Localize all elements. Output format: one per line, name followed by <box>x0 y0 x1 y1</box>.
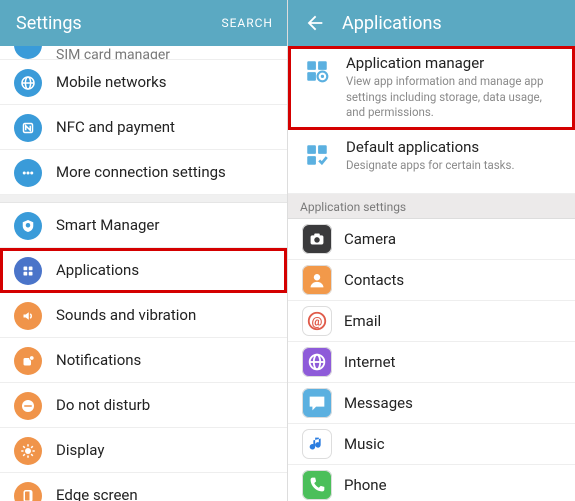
settings-row-sounds-and-vibration[interactable]: Sounds and vibration <box>0 293 287 338</box>
contacts-app-icon <box>302 265 332 295</box>
app-row-label: Internet <box>344 353 395 371</box>
app-row-camera[interactable]: Camera <box>288 219 575 260</box>
card-application-manager[interactable]: Application manager View app information … <box>288 46 575 130</box>
settings-row-notifications[interactable]: Notifications <box>0 338 287 383</box>
settings-pane: Settings SEARCH SIM card manager Mobile … <box>0 0 288 501</box>
display-icon <box>14 437 42 465</box>
settings-row-label: Sounds and vibration <box>56 306 196 324</box>
app-row-contacts[interactable]: Contacts <box>288 260 575 301</box>
settings-header: Settings SEARCH <box>0 0 287 46</box>
dots-icon <box>14 159 42 187</box>
applications-list[interactable]: Application manager View app information … <box>288 46 575 501</box>
shield-icon <box>14 212 42 240</box>
sound-icon <box>14 302 42 330</box>
settings-row-label: Smart Manager <box>56 216 159 234</box>
settings-row-display[interactable]: Display <box>0 428 287 473</box>
card-sub: View app information and manage app sett… <box>346 74 561 121</box>
app-row-internet[interactable]: Internet <box>288 342 575 383</box>
settings-row-edge-screen[interactable]: Edge screen <box>0 473 287 501</box>
card-default-applications[interactable]: Default applications Designate apps for c… <box>288 130 575 194</box>
applications-header: Applications <box>288 0 575 46</box>
dnd-icon <box>14 392 42 420</box>
applications-pane: Applications Application manager View app… <box>288 0 575 501</box>
settings-row-label: Do not disturb <box>56 396 150 414</box>
back-button[interactable] <box>304 12 326 34</box>
messages-app-icon <box>302 388 332 418</box>
settings-row-label: Edge screen <box>56 486 138 501</box>
settings-row-more-connection-settings[interactable]: More connection settings <box>0 150 287 195</box>
badge-icon <box>14 347 42 375</box>
settings-row-sim[interactable]: SIM card manager <box>0 46 287 60</box>
nfc-icon <box>14 114 42 142</box>
sim-icon <box>14 46 42 59</box>
settings-row-label: SIM card manager <box>56 47 170 60</box>
edge-icon <box>14 482 42 501</box>
app-row-label: Camera <box>344 230 396 248</box>
card-label: Application manager <box>346 54 561 72</box>
settings-row-nfc-and-payment[interactable]: NFC and payment <box>0 105 287 150</box>
app-row-phone[interactable]: Phone <box>288 465 575 501</box>
settings-row-label: Applications <box>56 261 139 279</box>
card-label: Default applications <box>346 138 514 156</box>
applications-title: Applications <box>342 13 442 34</box>
settings-row-do-not-disturb[interactable]: Do not disturb <box>0 383 287 428</box>
app-row-music[interactable]: Music <box>288 424 575 465</box>
music-app-icon <box>302 429 332 459</box>
globe-icon <box>14 69 42 97</box>
apps-icon <box>14 257 42 285</box>
app-row-email[interactable]: @ Email <box>288 301 575 342</box>
app-row-label: Music <box>344 435 385 453</box>
default-icon <box>302 140 332 170</box>
app-row-messages[interactable]: Messages <box>288 383 575 424</box>
settings-row-applications[interactable]: Applications <box>0 248 287 293</box>
app-row-label: Email <box>344 312 381 330</box>
settings-row-label: Notifications <box>56 351 141 369</box>
settings-title: Settings <box>16 13 82 34</box>
settings-list[interactable]: SIM card manager Mobile networks NFC and … <box>0 46 287 501</box>
internet-app-icon <box>302 347 332 377</box>
card-sub: Designate apps for certain tasks. <box>346 158 514 174</box>
app-settings-section-header: Application settings <box>288 194 575 219</box>
manager-icon <box>302 56 332 86</box>
settings-row-label: NFC and payment <box>56 118 175 136</box>
settings-row-label: More connection settings <box>56 163 226 181</box>
phone-app-icon <box>302 470 332 500</box>
email-app-icon: @ <box>302 306 332 336</box>
search-button[interactable]: SEARCH <box>221 16 273 30</box>
app-row-label: Phone <box>344 476 387 494</box>
svg-text:@: @ <box>312 314 323 328</box>
settings-row-label: Mobile networks <box>56 73 166 91</box>
settings-row-mobile-networks[interactable]: Mobile networks <box>0 60 287 105</box>
app-row-label: Contacts <box>344 271 404 289</box>
camera-app-icon <box>302 224 332 254</box>
settings-row-smart-manager[interactable]: Smart Manager <box>0 203 287 248</box>
app-row-label: Messages <box>344 394 413 412</box>
settings-row-label: Display <box>56 441 104 459</box>
